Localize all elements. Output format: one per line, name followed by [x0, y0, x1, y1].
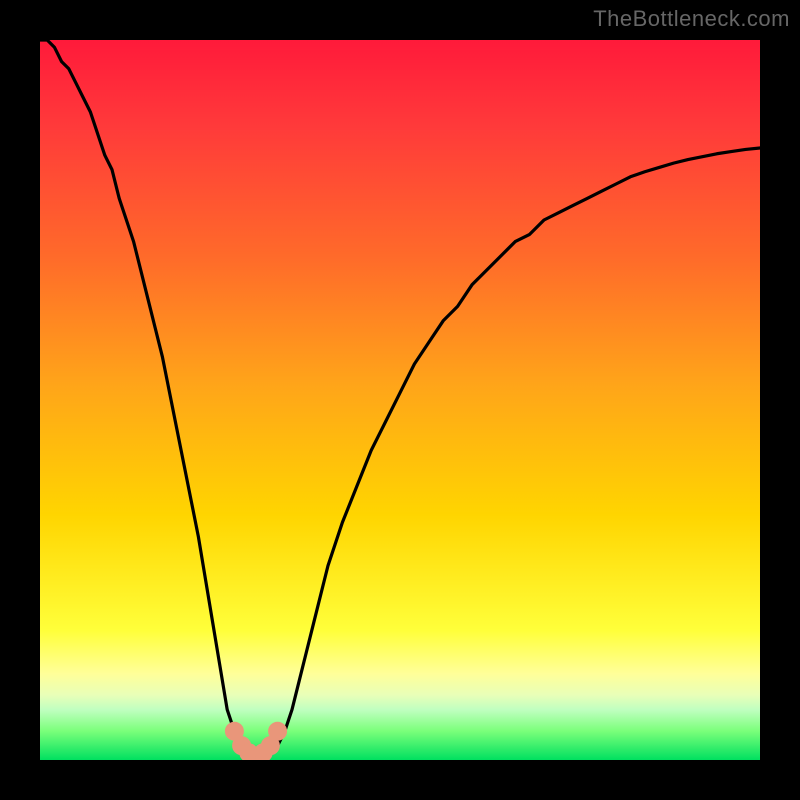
bottleneck-curve	[40, 40, 760, 760]
attribution-label: TheBottleneck.com	[593, 6, 790, 32]
curve-marker	[269, 722, 287, 740]
chart-plot-area	[40, 40, 760, 760]
curve-markers	[225, 722, 286, 760]
curve-line	[40, 40, 760, 760]
chart-frame: TheBottleneck.com	[0, 0, 800, 800]
